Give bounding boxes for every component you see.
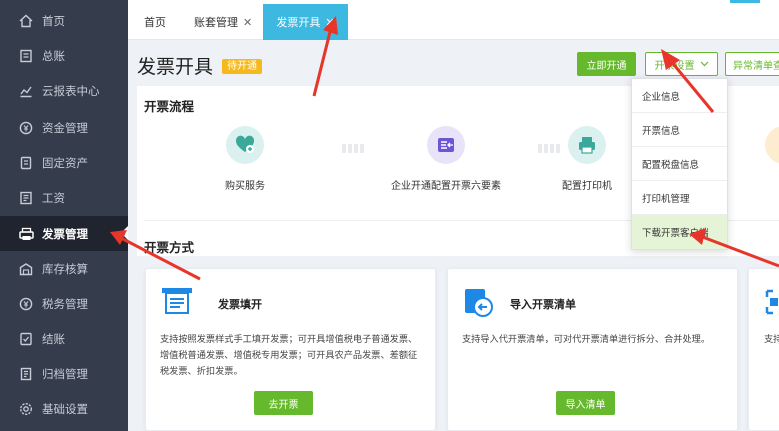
sidebar-item-label: 云报表中心 bbox=[42, 83, 100, 98]
config-icon bbox=[427, 126, 465, 164]
invoice-icon bbox=[18, 226, 34, 242]
sidebar-item-label: 基础设置 bbox=[42, 401, 88, 416]
tab-bar: 首页 账套管理 ✕ 发票开具 ✕ bbox=[128, 0, 779, 40]
sidebar-item-label: 资金管理 bbox=[42, 120, 88, 135]
step-label: 购买服务 bbox=[225, 181, 265, 192]
card-description: 支持导入代开票清单，可对代开票清单进行拆分、合并处理。 bbox=[462, 334, 711, 345]
sidebar-item-tax[interactable]: 税务管理 bbox=[0, 286, 128, 321]
methods-section-title: 开票方式 bbox=[144, 240, 195, 255]
sidebar-item-label: 发票管理 bbox=[42, 226, 88, 241]
sidebar-item-label: 首页 bbox=[42, 13, 65, 28]
sidebar-item-archive[interactable]: 归档管理 bbox=[0, 356, 128, 391]
menu-item-company-info[interactable]: 企业信息 bbox=[632, 79, 727, 113]
method-card-scan: 支持 bbox=[748, 268, 779, 431]
tab-invoice-issue[interactable]: 发票开具 ✕ bbox=[263, 4, 348, 40]
sidebar-item-inventory[interactable]: 库存核算 bbox=[0, 251, 128, 286]
sidebar-item-fixed-assets[interactable]: 固定资产 bbox=[0, 145, 128, 180]
abnormal-list-button[interactable]: 异常清单查 bbox=[725, 52, 779, 76]
step-label: 企业开通配置开票六要素 bbox=[391, 181, 501, 192]
tab-label: 账套管理 bbox=[194, 16, 238, 29]
sidebar-item-salary[interactable]: 工资 bbox=[0, 180, 128, 215]
menu-item-tax-disk-config[interactable]: 配置税盘信息 bbox=[632, 147, 727, 181]
sidebar-item-report-center[interactable]: 云报表中心 bbox=[0, 73, 128, 108]
app-root: 首页 总账 云报表中心 资金管理 固定资产 工资 发票管理 库存核算 税务管理 … bbox=[0, 0, 779, 431]
menu-item-printer-management[interactable]: 打印机管理 bbox=[632, 181, 727, 215]
sidebar-item-label: 总账 bbox=[42, 48, 65, 63]
import-list-icon bbox=[462, 286, 494, 322]
inventory-icon bbox=[18, 261, 34, 277]
heart-plus-icon bbox=[226, 126, 264, 164]
top-accent-bar bbox=[730, 0, 760, 3]
process-section-title: 开票流程 bbox=[144, 99, 195, 114]
salary-icon bbox=[18, 190, 34, 206]
import-list-button[interactable]: 导入清单 bbox=[556, 391, 615, 415]
sidebar-item-label: 工资 bbox=[42, 190, 65, 205]
sidebar-item-settings[interactable]: 基础设置 bbox=[0, 391, 128, 426]
menu-item-download-client[interactable]: 下载开票客户端 bbox=[632, 215, 727, 249]
sidebar-item-home[interactable]: 首页 bbox=[0, 3, 128, 38]
chevron-down-icon bbox=[700, 59, 709, 70]
sidebar-item-label: 结账 bbox=[42, 331, 65, 346]
close-icon[interactable]: ✕ bbox=[243, 16, 252, 29]
sidebar-item-label: 归档管理 bbox=[42, 366, 88, 381]
sidebar-item-label: 库存核算 bbox=[42, 261, 88, 276]
sidebar-item-label: 固定资产 bbox=[42, 155, 88, 170]
status-badge: 待开通 bbox=[222, 59, 262, 74]
partial-step-icon bbox=[765, 126, 779, 164]
tab-label: 首页 bbox=[144, 16, 166, 29]
scan-icon bbox=[765, 289, 779, 319]
tab-label: 发票开具 bbox=[276, 16, 321, 29]
close-account-icon bbox=[18, 331, 34, 347]
sidebar-item-close-account[interactable]: 结账 bbox=[0, 321, 128, 356]
page-title: 发票开具 bbox=[137, 56, 214, 78]
step-connector bbox=[342, 144, 364, 153]
sidebar: 首页 总账 云报表中心 资金管理 固定资产 工资 发票管理 库存核算 税务管理 … bbox=[0, 0, 128, 431]
money-icon bbox=[18, 120, 34, 136]
close-icon[interactable]: ✕ bbox=[325, 16, 334, 29]
fill-invoice-icon bbox=[160, 282, 194, 320]
process-step: 企业开通配置开票六要素 bbox=[386, 126, 506, 192]
tax-icon bbox=[18, 296, 34, 312]
sidebar-item-funds[interactable]: 资金管理 bbox=[0, 110, 128, 145]
sidebar-item-ledger[interactable]: 总账 bbox=[0, 38, 128, 73]
card-description: 支持 bbox=[764, 334, 779, 345]
card-title: 发票填开 bbox=[218, 298, 262, 311]
method-card-fill-invoice: 发票填开 支持按照发票样式手工填开发票；可开具增值税电子普通发票、增值税普通发票… bbox=[145, 268, 436, 431]
method-card-import-list: 导入开票清单 支持导入代开票清单，可对代开票清单进行拆分、合并处理。 导入清单 bbox=[447, 268, 738, 431]
menu-item-invoice-info[interactable]: 开票信息 bbox=[632, 113, 727, 147]
process-step: 配置打印机 bbox=[555, 126, 619, 192]
settings-dropdown-menu: 企业信息 开票信息 配置税盘信息 打印机管理 下载开票客户端 bbox=[631, 78, 728, 250]
asset-icon bbox=[18, 155, 34, 171]
settings-icon bbox=[18, 401, 34, 417]
process-step: 购买服务 bbox=[205, 126, 285, 192]
tab-home[interactable]: 首页 bbox=[128, 4, 182, 40]
open-now-button[interactable]: 立即开通 bbox=[577, 52, 636, 76]
sidebar-item-label: 税务管理 bbox=[42, 296, 88, 311]
go-issue-button[interactable]: 去开票 bbox=[254, 391, 313, 415]
ledger-icon bbox=[18, 48, 34, 64]
home-icon bbox=[18, 13, 34, 29]
tab-account-set[interactable]: 账套管理 ✕ bbox=[194, 4, 264, 40]
card-title: 导入开票清单 bbox=[510, 298, 576, 311]
step-label: 配置打印机 bbox=[562, 181, 612, 192]
archive-icon bbox=[18, 366, 34, 382]
button-label: 开票设置 bbox=[654, 60, 695, 72]
sidebar-item-invoice-management[interactable]: 发票管理 bbox=[0, 216, 128, 251]
chart-icon bbox=[18, 83, 34, 99]
invoice-settings-button[interactable]: 开票设置 bbox=[645, 52, 718, 76]
printer-icon bbox=[568, 126, 606, 164]
card-description: 支持按照发票样式手工填开发票；可开具增值税电子普通发票、增值税普通发票、增值税专… bbox=[160, 334, 418, 377]
process-step: 去 bbox=[764, 126, 779, 192]
